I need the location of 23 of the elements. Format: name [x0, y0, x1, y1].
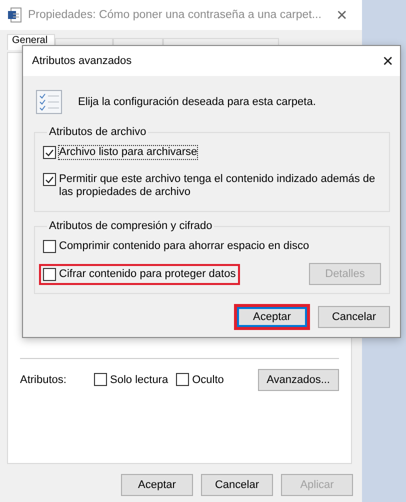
intro-text: Elija la configuración deseada para esta carpeta. — [78, 96, 316, 108]
checkbox[interactable]: Cifrar contenido para proteger datos — [39, 264, 240, 284]
dialog-button[interactable]: Cancelar — [318, 306, 390, 328]
attributes-label: Atributos: — [20, 374, 68, 386]
dialog-title: Atributos avanzados — [32, 55, 132, 67]
checkbox[interactable]: Comprimir contenido para ahorrar espacio en disco — [39, 236, 314, 257]
checkbox[interactable]: Solo lectura — [94, 373, 168, 386]
dialog-button[interactable]: Cancelar — [201, 474, 273, 496]
advanced-button[interactable]: Avanzados... — [258, 368, 339, 391]
check-icon — [45, 176, 54, 184]
group-title: Atributos de archivo — [48, 126, 148, 138]
checkbox[interactable]: Archivo listo para archivarse — [39, 142, 202, 163]
group-title: Atributos de compresión y cifrado — [48, 220, 214, 232]
dialog-button[interactable]: Aceptar — [234, 304, 310, 330]
checkbox[interactable]: Oculto — [176, 373, 224, 386]
check-icon — [45, 148, 54, 156]
document-icon — [8, 6, 22, 23]
window-title: Propiedades: Cómo poner una contraseña a una carpet... — [28, 8, 322, 21]
close-icon[interactable]: ✕ — [330, 6, 354, 23]
close-icon[interactable]: ✕ — [376, 53, 400, 69]
checkbox[interactable]: Permitir que este archivo tenga el contenido indizado además de las propiedades de archivo — [39, 169, 381, 203]
dialog-button[interactable]: Aceptar — [121, 474, 193, 496]
checklist-icon — [36, 90, 62, 114]
